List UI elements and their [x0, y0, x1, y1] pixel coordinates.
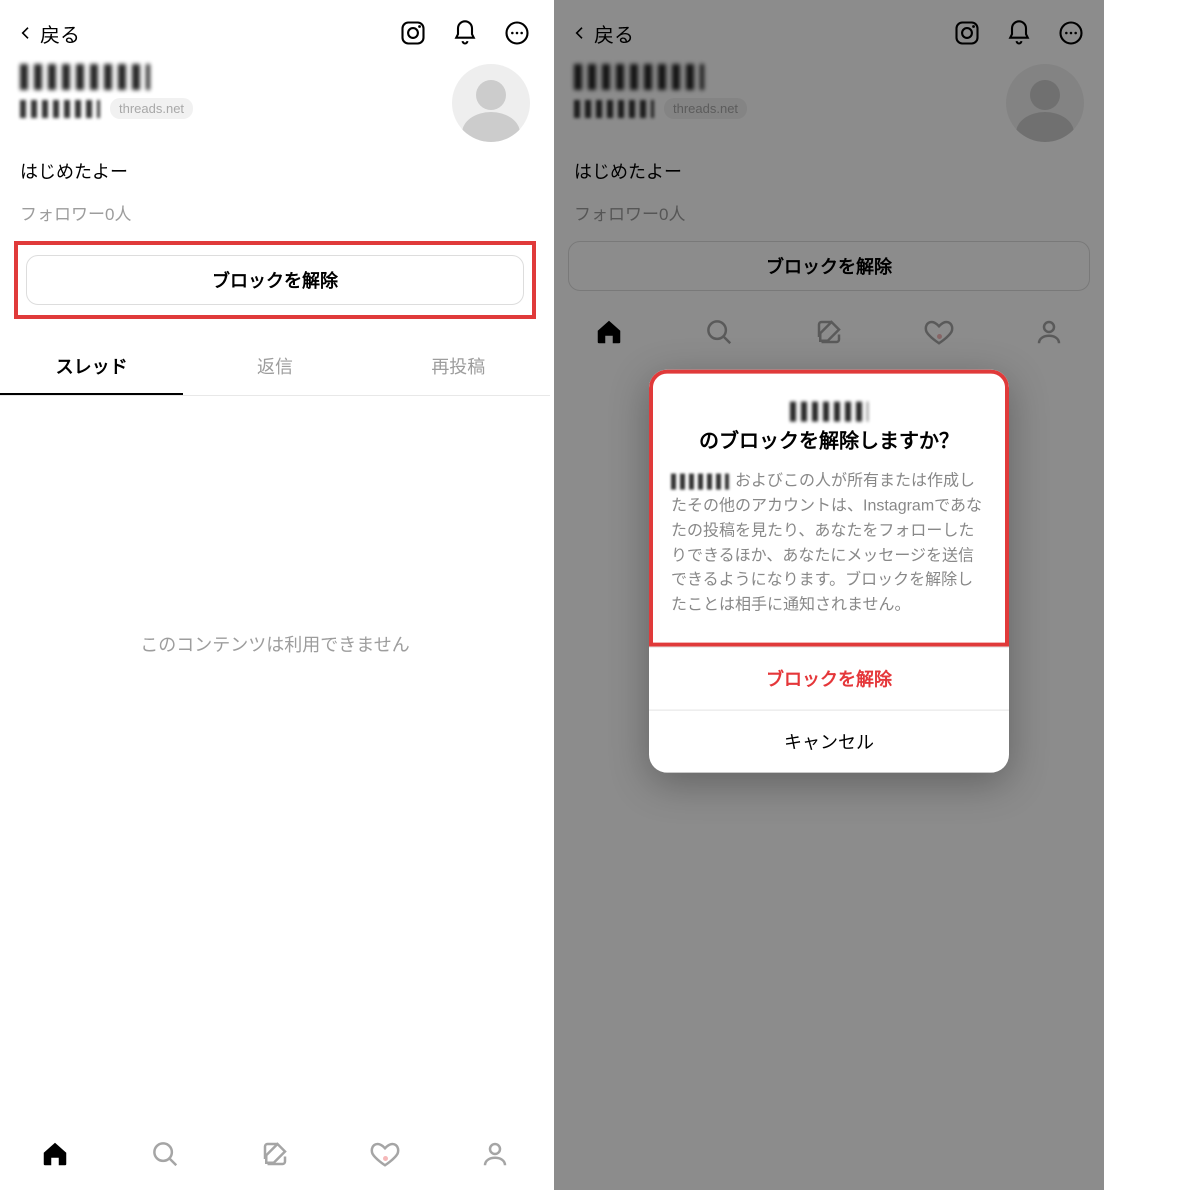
screenshot-left: 戻る threads.net: [0, 0, 550, 1190]
back-label: 戻る: [40, 19, 80, 48]
bottom-nav: [0, 1118, 550, 1190]
profile-tabs: スレッド 返信 再投稿: [0, 339, 550, 396]
activity-dot-icon: [383, 1156, 388, 1161]
dialog-unblock-button[interactable]: ブロックを解除: [649, 647, 1009, 710]
header-icons: [398, 18, 532, 48]
dialog-message-text: およびこの人が所有または作成したその他のアカウントは、Instagramであなた…: [671, 473, 982, 614]
dialog-username-redacted: [790, 402, 868, 422]
highlight-box: のブロックを解除しますか？ およびこの人が所有または作成したその他のアカウントは…: [649, 370, 1009, 647]
tab-replies[interactable]: 返信: [183, 339, 366, 395]
highlight-box: ブロックを解除: [14, 241, 536, 319]
dialog-username-redacted: [671, 474, 729, 490]
unblock-button[interactable]: ブロックを解除: [26, 255, 524, 305]
header: 戻る: [0, 0, 550, 58]
tab-reposts[interactable]: 再投稿: [367, 339, 550, 395]
threads-net-pill[interactable]: threads.net: [110, 98, 193, 119]
nav-activity-icon[interactable]: [368, 1137, 402, 1171]
nav-compose-icon[interactable]: [258, 1137, 292, 1171]
profile-section: threads.net: [0, 58, 550, 142]
back-button[interactable]: 戻る: [18, 19, 80, 48]
nav-search-icon[interactable]: [148, 1137, 182, 1171]
unblock-area: ブロックを解除: [14, 241, 536, 319]
avatar[interactable]: [452, 64, 530, 142]
nav-home-icon[interactable]: [38, 1137, 72, 1171]
dialog-cancel-button[interactable]: キャンセル: [649, 710, 1009, 773]
dialog-title-suffix: のブロックを解除しますか？: [699, 428, 959, 456]
dialog-title: のブロックを解除しますか？: [671, 402, 987, 456]
instagram-icon[interactable]: [398, 18, 428, 48]
profile-display-name-redacted: [20, 64, 150, 90]
more-icon[interactable]: [502, 18, 532, 48]
unblock-confirm-dialog: のブロックを解除しますか？ およびこの人が所有または作成したその他のアカウントは…: [649, 370, 1009, 773]
chevron-left-icon: [18, 25, 34, 41]
dialog-message: およびこの人が所有または作成したその他のアカウントは、Instagramであなた…: [671, 470, 987, 619]
tab-threads[interactable]: スレッド: [0, 339, 183, 395]
profile-bio: はじめたよー: [0, 142, 550, 184]
follower-count[interactable]: フォロワー0人: [0, 184, 550, 225]
bell-icon[interactable]: [450, 18, 480, 48]
screenshot-right: 戻る: [554, 0, 1104, 1190]
profile-handle-redacted: [20, 100, 100, 118]
nav-profile-icon[interactable]: [478, 1137, 512, 1171]
empty-state-text: このコンテンツは利用できません: [0, 631, 550, 657]
